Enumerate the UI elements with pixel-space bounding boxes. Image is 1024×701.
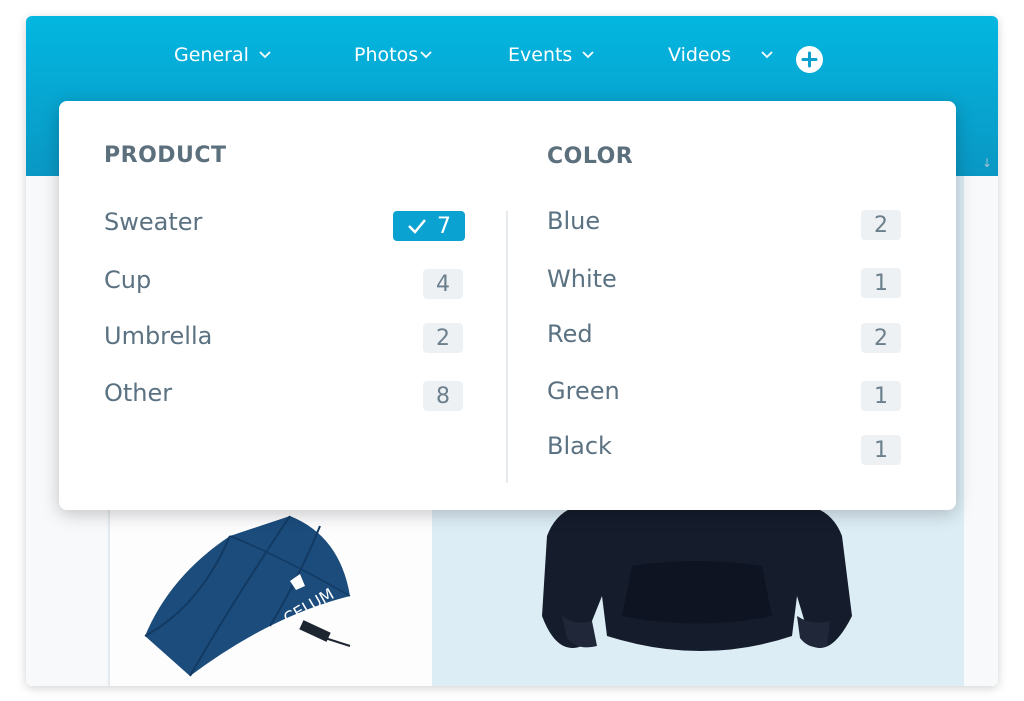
plus-icon — [801, 51, 818, 68]
filter-count-green[interactable]: 1 — [861, 381, 901, 411]
right-gutter — [964, 176, 998, 686]
nav-general-label: General — [174, 44, 249, 66]
filter-count-cup[interactable]: 4 — [423, 269, 463, 299]
nav-bar: General Photos Events Videos — [26, 16, 998, 96]
filter-count-other[interactable]: 8 — [423, 381, 463, 411]
filter-count-blue[interactable]: 2 — [861, 210, 901, 240]
nav-videos[interactable]: Videos — [668, 44, 773, 66]
chevron-down-icon — [259, 51, 271, 59]
filter-count-sweater-value: 7 — [437, 213, 451, 239]
add-tab-button[interactable] — [796, 46, 823, 73]
filter-count-black[interactable]: 1 — [861, 435, 901, 465]
nav-general[interactable]: General — [174, 44, 271, 66]
chevron-down-icon — [582, 51, 594, 59]
check-icon — [408, 219, 426, 234]
filter-count-umbrella[interactable]: 2 — [423, 323, 463, 353]
chevron-down-icon — [761, 51, 773, 59]
filter-count-red[interactable]: 2 — [861, 323, 901, 353]
arrow-down-icon: ↓ — [981, 156, 992, 170]
filter-option-cup[interactable]: Cup — [104, 266, 151, 294]
nav-photos-label: Photos — [354, 44, 419, 66]
filter-option-umbrella[interactable]: Umbrella — [104, 322, 212, 350]
filter-option-green[interactable]: Green — [547, 377, 620, 405]
nav-photos[interactable]: Photos — [354, 44, 432, 66]
filter-count-white[interactable]: 1 — [861, 268, 901, 298]
filter-option-sweater[interactable]: Sweater — [104, 208, 202, 236]
filter-count-sweater[interactable]: 7 — [393, 211, 465, 241]
filter-option-black[interactable]: Black — [547, 432, 612, 460]
nav-videos-label: Videos — [668, 44, 732, 66]
column-divider — [506, 211, 508, 483]
filter-option-blue[interactable]: Blue — [547, 207, 600, 235]
nav-events[interactable]: Events — [508, 44, 594, 66]
nav-events-label: Events — [508, 44, 573, 66]
filter-option-other[interactable]: Other — [104, 379, 172, 407]
filter-option-red[interactable]: Red — [547, 320, 593, 348]
chevron-down-icon — [420, 51, 432, 59]
color-filter-title: COLOR — [547, 144, 634, 169]
filter-dropdown: PRODUCT COLOR Sweater 7 Cup 4 Umbrella 2… — [59, 101, 956, 510]
filter-option-white[interactable]: White — [547, 265, 617, 293]
product-filter-title: PRODUCT — [104, 143, 227, 168]
